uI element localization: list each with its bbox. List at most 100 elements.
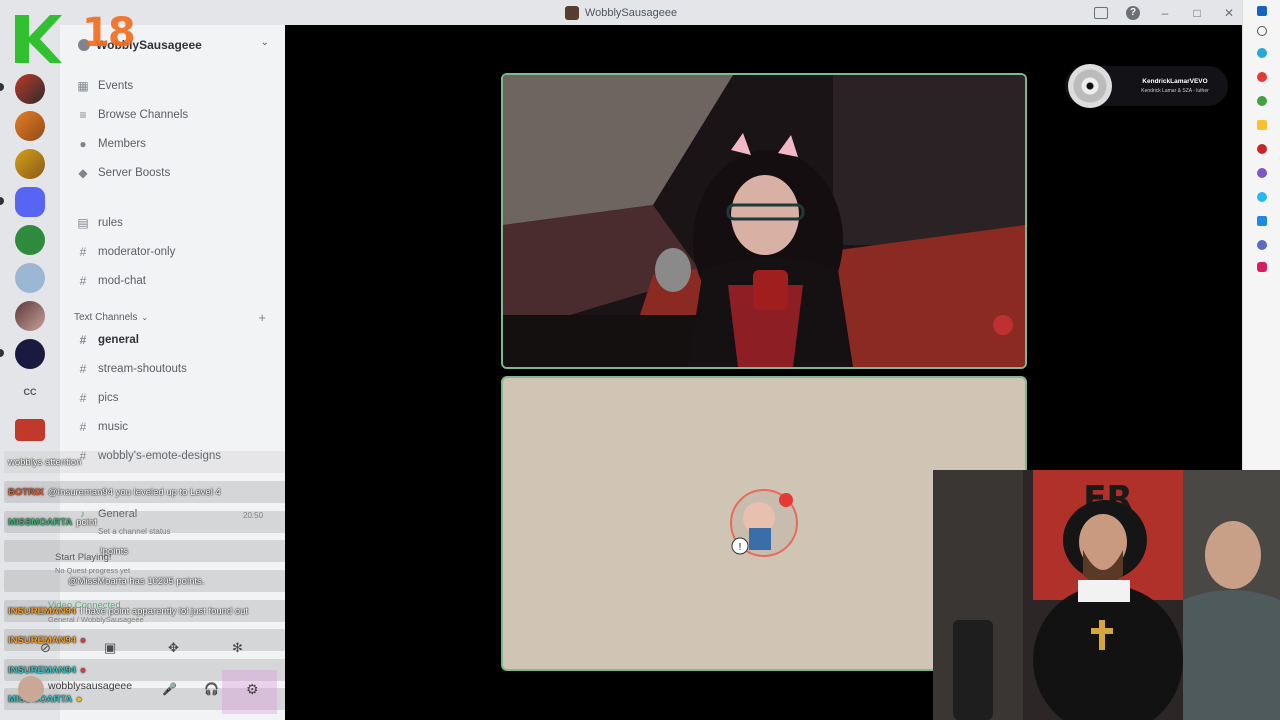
help-icon[interactable]: ? [1126, 5, 1140, 20]
channel-stream-shoutouts[interactable]: # stream-shoutouts [74, 357, 274, 381]
app-icon-dark-red[interactable] [1257, 144, 1267, 154]
chat-message: MISSMOARTA point [4, 511, 286, 533]
chat-text: !points [100, 545, 128, 557]
emote-icon: ● [80, 634, 86, 646]
menu-item-server-boosts[interactable]: ◆ Server Boosts [74, 161, 274, 185]
channel-label: music [98, 421, 129, 433]
server-icon[interactable] [15, 263, 45, 293]
app-icon-green[interactable] [1257, 96, 1267, 106]
chat-username: INSUREMAN94 [8, 605, 77, 617]
user-panel: wobblysausageee 🎤 🎧 ⚙ [0, 670, 285, 714]
server-icon[interactable] [15, 419, 45, 441]
svg-text:!: ! [738, 542, 742, 553]
chat-message: !points [4, 540, 286, 562]
screen: WobblySausageee ? – □ ✕ CC WobblySausage… [0, 0, 1280, 720]
menu-item-members[interactable]: ● Members [74, 132, 274, 156]
webcam-overlay: ER ESS [933, 470, 1280, 720]
hash-icon: # [79, 391, 87, 405]
instagram-icon[interactable] [1257, 262, 1267, 272]
add-channel-icon[interactable]: + [258, 310, 266, 325]
boost-icon: ◆ [78, 166, 88, 180]
hash-icon: # [79, 274, 87, 288]
menu-item-browse-channels[interactable]: ≡ Browse Channels [74, 103, 274, 127]
camera-off-icon[interactable]: ⊘ [40, 640, 51, 656]
stream-logo-k-icon [15, 15, 62, 63]
server-icon[interactable] [15, 301, 45, 331]
hash-icon: # [79, 362, 87, 376]
microphone-icon[interactable]: 🎤 [162, 682, 177, 696]
app-icon-red[interactable] [1257, 72, 1267, 82]
rules-icon: ▤ [77, 216, 89, 230]
app-icon-blue[interactable] [1257, 216, 1267, 226]
menu-item-label: Members [98, 138, 146, 150]
now-playing-widget: KendrickLamarVEVO Kendrick Lamar & SZA -… [1065, 64, 1228, 108]
stream-logo-number: 18 [82, 10, 136, 56]
vinyl-disc-icon [1068, 64, 1112, 108]
server-icon[interactable] [15, 74, 45, 104]
server-icon[interactable] [15, 187, 45, 217]
app-icon-yellow[interactable] [1257, 120, 1267, 130]
inbox-icon[interactable] [1094, 6, 1108, 19]
chat-message: wobblys attention [4, 451, 286, 473]
server-icon[interactable] [15, 111, 45, 141]
headphones-icon[interactable]: 🎧 [204, 682, 219, 696]
chat-text: I have point apparently lol just found o… [80, 605, 249, 617]
window-title: WobblySausageee [584, 6, 678, 19]
server-icon[interactable] [15, 225, 45, 255]
windows-icon[interactable] [1257, 6, 1267, 16]
channel-label: general [98, 334, 139, 346]
extension-icon[interactable] [1257, 48, 1267, 58]
activities-icon[interactable]: ✥ [168, 640, 179, 656]
chat-text: point [76, 516, 97, 528]
chat-text: @Insureman94 you leveled up to Level 4 [47, 486, 221, 498]
category-label: Text Channels [74, 311, 138, 323]
members-icon: ● [79, 137, 87, 151]
chevron-down-icon[interactable]: ⌄ [261, 37, 269, 48]
minimize-button[interactable]: – [1158, 6, 1172, 20]
channel-label: pics [98, 392, 119, 404]
list-icon: ≡ [79, 108, 87, 122]
channel-label: rules [98, 217, 123, 229]
username: wobblysausageee [48, 680, 133, 692]
menu-item-label: Browse Channels [98, 109, 189, 121]
channel-label: mod-chat [98, 275, 146, 287]
channel-mod-chat[interactable]: # mod-chat [74, 269, 274, 293]
channel-moderator-only[interactable]: # moderator-only [74, 240, 274, 264]
channel-rules[interactable]: ▤ rules [74, 211, 274, 235]
menu-item-label: Events [98, 80, 134, 92]
channel-pics[interactable]: # pics [74, 386, 274, 410]
soundboard-icon[interactable]: ✻ [232, 640, 243, 656]
server-avatar-icon [564, 5, 579, 20]
category-text-channels[interactable]: Text Channels ⌄ + [74, 308, 274, 326]
chevron-down-icon: ⌄ [141, 312, 149, 322]
server-icon-cc[interactable]: CC [15, 377, 45, 407]
channel-label: moderator-only [98, 246, 176, 258]
app-icon-purple[interactable] [1257, 168, 1267, 178]
channel-general[interactable]: # general [74, 328, 274, 352]
server-icon[interactable] [15, 149, 45, 179]
close-button[interactable]: ✕ [1222, 6, 1236, 20]
music-artist: KendrickLamarVEVO [1142, 78, 1208, 85]
webcam-overlay-image: ER ESS [933, 470, 1280, 720]
channel-label: stream-shoutouts [98, 363, 187, 375]
maximize-button[interactable]: □ [1190, 6, 1204, 20]
screen-share-icon[interactable]: ▣ [104, 640, 116, 656]
webcam-feed-image [503, 75, 1025, 367]
unread-pip [0, 349, 4, 357]
hash-icon: # [79, 420, 87, 434]
hash-icon: # [79, 245, 87, 259]
app-icon-indigo[interactable] [1257, 240, 1267, 250]
menu-item-events[interactable]: ▦ Events [74, 74, 274, 98]
avatar[interactable] [18, 676, 44, 702]
telegram-icon[interactable] [1257, 192, 1267, 202]
search-icon[interactable] [1257, 26, 1267, 36]
music-song: Kendrick Lamar & SZA - luther [1141, 88, 1209, 94]
settings-gear-icon[interactable]: ⚙ [246, 681, 259, 698]
chat-message: @MissMoarta has 10205 points. [4, 570, 286, 592]
calendar-icon: ▦ [77, 79, 89, 93]
video-tile-camera[interactable] [501, 73, 1027, 369]
channel-music[interactable]: # music [74, 415, 274, 439]
server-icon[interactable] [15, 339, 45, 369]
unread-pip [0, 83, 4, 91]
chat-username: MISSMOARTA [8, 516, 73, 528]
